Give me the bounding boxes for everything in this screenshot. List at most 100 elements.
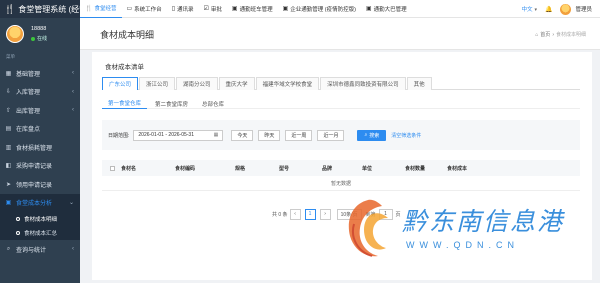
search-icon: ⌕ [364, 132, 368, 138]
tab-company[interactable]: 深圳市德鑫同致投资有限公司 [320, 77, 406, 90]
sidebar-item-purchase[interactable]: ◧ 采购申请记录 [0, 157, 80, 176]
search-icon: ⌕ [6, 245, 11, 252]
page-number[interactable]: 1 [304, 208, 316, 220]
column-header[interactable]: 单位 [362, 165, 405, 172]
sidebar-item-requisition[interactable]: ➤ 领用申请记录 [0, 175, 80, 194]
sidebar-item-inbound[interactable]: ⇩ 入库管理 ‹ [0, 83, 80, 102]
sidebar-item-basic[interactable]: ▦ 基础管理 ‹ [0, 64, 80, 83]
column-header[interactable]: 食材编码 [175, 165, 235, 172]
column-header[interactable]: 食材成本 [447, 165, 487, 172]
table-header: 食材名 食材编码 规格 型号 品牌 单位 食材数量 食材成本 [102, 160, 580, 176]
column-header[interactable]: 食材数量 [405, 165, 447, 172]
clear-filters-link[interactable]: 清空筛选条件 [391, 132, 421, 139]
sidebar-subitem-label: 食材成本明细 [24, 217, 58, 223]
topnav-label: 通讯录 [177, 6, 194, 13]
topnav-label: 通勤大巴管理 [373, 6, 407, 13]
app-title: 食堂管理系统 (经营 [18, 4, 80, 14]
topnav-contacts[interactable]: ▯ 通讯录 [167, 0, 199, 18]
page-header: 食材成本明细 ⌂ 首页 › 食材成本明细 [80, 18, 600, 50]
sidebar-subitem-cost-summary[interactable]: 食材成本汇总 [0, 226, 80, 240]
breadcrumb-home[interactable]: 首页 [540, 31, 550, 38]
user-name: 18888 [31, 26, 47, 32]
topnav-coach[interactable]: ▣ 通勤大巴管理 [361, 0, 412, 18]
grid-icon: ▦ [5, 70, 12, 77]
app-brand[interactable]: 🍴 食堂管理系统 (经营 [0, 0, 80, 18]
sidebar-item-label: 入库管理 [16, 90, 41, 97]
breadcrumb-separator: › [552, 31, 554, 38]
column-header[interactable]: 规格 [235, 165, 279, 172]
trash-icon: ▥ [5, 144, 12, 151]
search-button[interactable]: ⌕ 搜索 [357, 129, 387, 141]
next-page-button[interactable]: › [319, 208, 331, 220]
desktop-icon: ▭ [126, 6, 133, 12]
sidebar-item-label: 在库盘点 [16, 127, 41, 134]
tab-company[interactable]: 湖南分公司 [176, 77, 218, 90]
column-header[interactable]: 品牌 [322, 165, 362, 172]
tab-company[interactable]: 其他 [406, 77, 432, 90]
topnav-label: 审批 [210, 6, 222, 13]
breadcrumb: ⌂ 首页 › 食材成本明细 [535, 31, 586, 39]
online-dot-icon [31, 36, 35, 41]
caret-down-icon: ▾ [534, 7, 537, 13]
header-avatar[interactable] [560, 3, 572, 15]
topnav-shuttle[interactable]: ▣ 通勤班车管理 [227, 0, 278, 18]
topnav-approval[interactable]: ☑ 审批 [199, 0, 227, 18]
topnav-workbench[interactable]: ▭ 系统工作台 [122, 0, 167, 18]
tab-warehouse[interactable]: 第二食堂库房 [149, 98, 194, 109]
home-icon: ⌂ [535, 31, 539, 38]
user-status: 在线 [31, 35, 47, 42]
watermark-text: 黔东南信息港 [402, 207, 565, 236]
date-range-input[interactable]: 2026-01-01 - 2026-05-31 ▦ [133, 129, 224, 141]
chevron-left-icon: ‹ [72, 246, 74, 253]
tab-company[interactable]: 广东公司 [102, 77, 139, 90]
sidebar-item-label: 食材损耗管理 [16, 145, 53, 152]
chevron-left-icon: ‹ [72, 107, 74, 114]
topnav-label: 系统工作台 [134, 6, 162, 13]
avatar[interactable] [6, 25, 24, 43]
menu-section-label: 菜单 [6, 54, 15, 59]
select-all-checkbox[interactable] [110, 165, 115, 171]
tab-warehouse[interactable]: 第一食堂仓库 [102, 98, 148, 109]
prev-page-button[interactable]: ‹ [289, 208, 301, 220]
total-count: 共 0 条 [272, 211, 288, 218]
send-icon: ➤ [5, 181, 12, 188]
last-week-button[interactable]: 近一周 [285, 129, 313, 141]
sidebar-item-loss[interactable]: ▥ 食材损耗管理 [0, 138, 80, 157]
sidebar-item-query[interactable]: ⌕ 查询与统计 ‹ [0, 240, 80, 259]
sidebar-subitem-label: 食材成本汇总 [24, 231, 58, 237]
tab-company[interactable]: 福建华域文学校食堂 [255, 77, 320, 90]
sidebar-item-outbound[interactable]: ⇧ 出库管理 ‹ [0, 101, 80, 120]
yesterday-button[interactable]: 昨天 [258, 129, 281, 141]
bell-icon[interactable]: 🔔 [545, 6, 552, 13]
sidebar-item-label: 领用申请记录 [16, 182, 53, 189]
user-status-text: 在线 [37, 36, 48, 42]
chevron-left-icon: ‹ [72, 88, 74, 95]
today-button[interactable]: 今天 [231, 129, 254, 141]
cart-icon: ◧ [5, 163, 12, 170]
tab-company[interactable]: 重庆大学 [218, 77, 255, 90]
topnav-commute[interactable]: ▣ 企业通勤管理 (疫情防控版) [278, 0, 361, 18]
tab-company[interactable]: 浙江公司 [139, 77, 176, 90]
tab-warehouse[interactable]: 总部仓库 [196, 98, 230, 109]
sidebar-item-inventory[interactable]: ▤ 在库盘点 [0, 120, 80, 139]
language-select[interactable]: 中文 ▾ [521, 5, 537, 13]
column-header[interactable]: 食材名 [121, 165, 175, 172]
watermark: 黔东南信息港 WWW.QDN.CN [340, 188, 590, 280]
last-month-button[interactable]: 近一月 [317, 129, 345, 141]
bus-icon: ▣ [365, 6, 372, 12]
sidebar-item-cost-analysis[interactable]: ▣ 食堂成本分析 ⌄ [0, 193, 80, 212]
admin-menu[interactable]: 管理员 [575, 5, 592, 13]
user-panel: 18888 在线 [0, 18, 80, 50]
column-header[interactable]: 型号 [279, 165, 322, 172]
sidebar-item-label: 食堂成本分析 [16, 201, 53, 208]
sidebar-item-label: 采购申请记录 [16, 164, 53, 171]
filter-bar: 日期范围: 2026-01-01 - 2026-05-31 ▦ 今天 昨天 近一… [102, 120, 580, 150]
circle-icon [16, 231, 20, 235]
upload-icon: ⇧ [5, 107, 12, 114]
sidebar: 🍴 食堂管理系统 (经营 18888 在线 菜单 ▦ 基础管理 ‹ ⇩ 入库管理… [0, 0, 80, 283]
sidebar-subitem-cost-detail[interactable]: 食材成本明细 [0, 212, 80, 226]
topnav-label: 通勤班车管理 [239, 6, 273, 13]
topnav-canteen[interactable]: 🍴 食堂经营 [80, 0, 122, 18]
fork-icon: 🍴 [85, 5, 93, 12]
watermark-logo-icon [348, 199, 388, 257]
